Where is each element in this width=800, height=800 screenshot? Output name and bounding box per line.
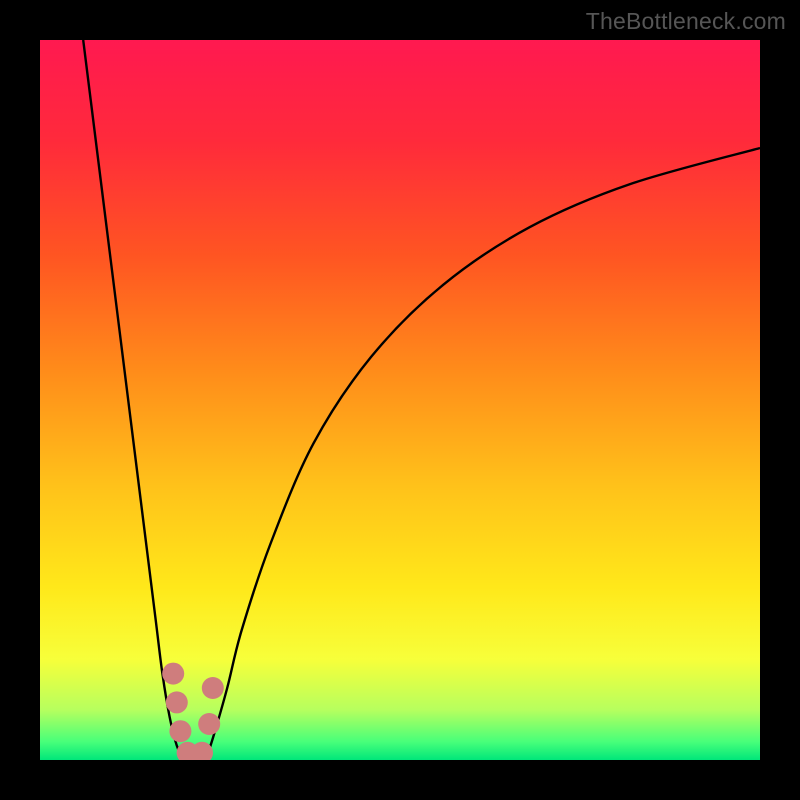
plot-area <box>40 40 760 760</box>
marker-dot <box>198 713 220 735</box>
chart-frame: TheBottleneck.com <box>0 0 800 800</box>
trough-markers <box>162 663 224 760</box>
marker-dot <box>166 691 188 713</box>
marker-dot <box>162 663 184 685</box>
curve-left-branch <box>83 40 184 760</box>
marker-dot <box>202 677 224 699</box>
curve-layer <box>40 40 760 760</box>
watermark-text: TheBottleneck.com <box>586 8 786 35</box>
marker-dot <box>169 720 191 742</box>
curve-right-branch <box>206 148 760 760</box>
